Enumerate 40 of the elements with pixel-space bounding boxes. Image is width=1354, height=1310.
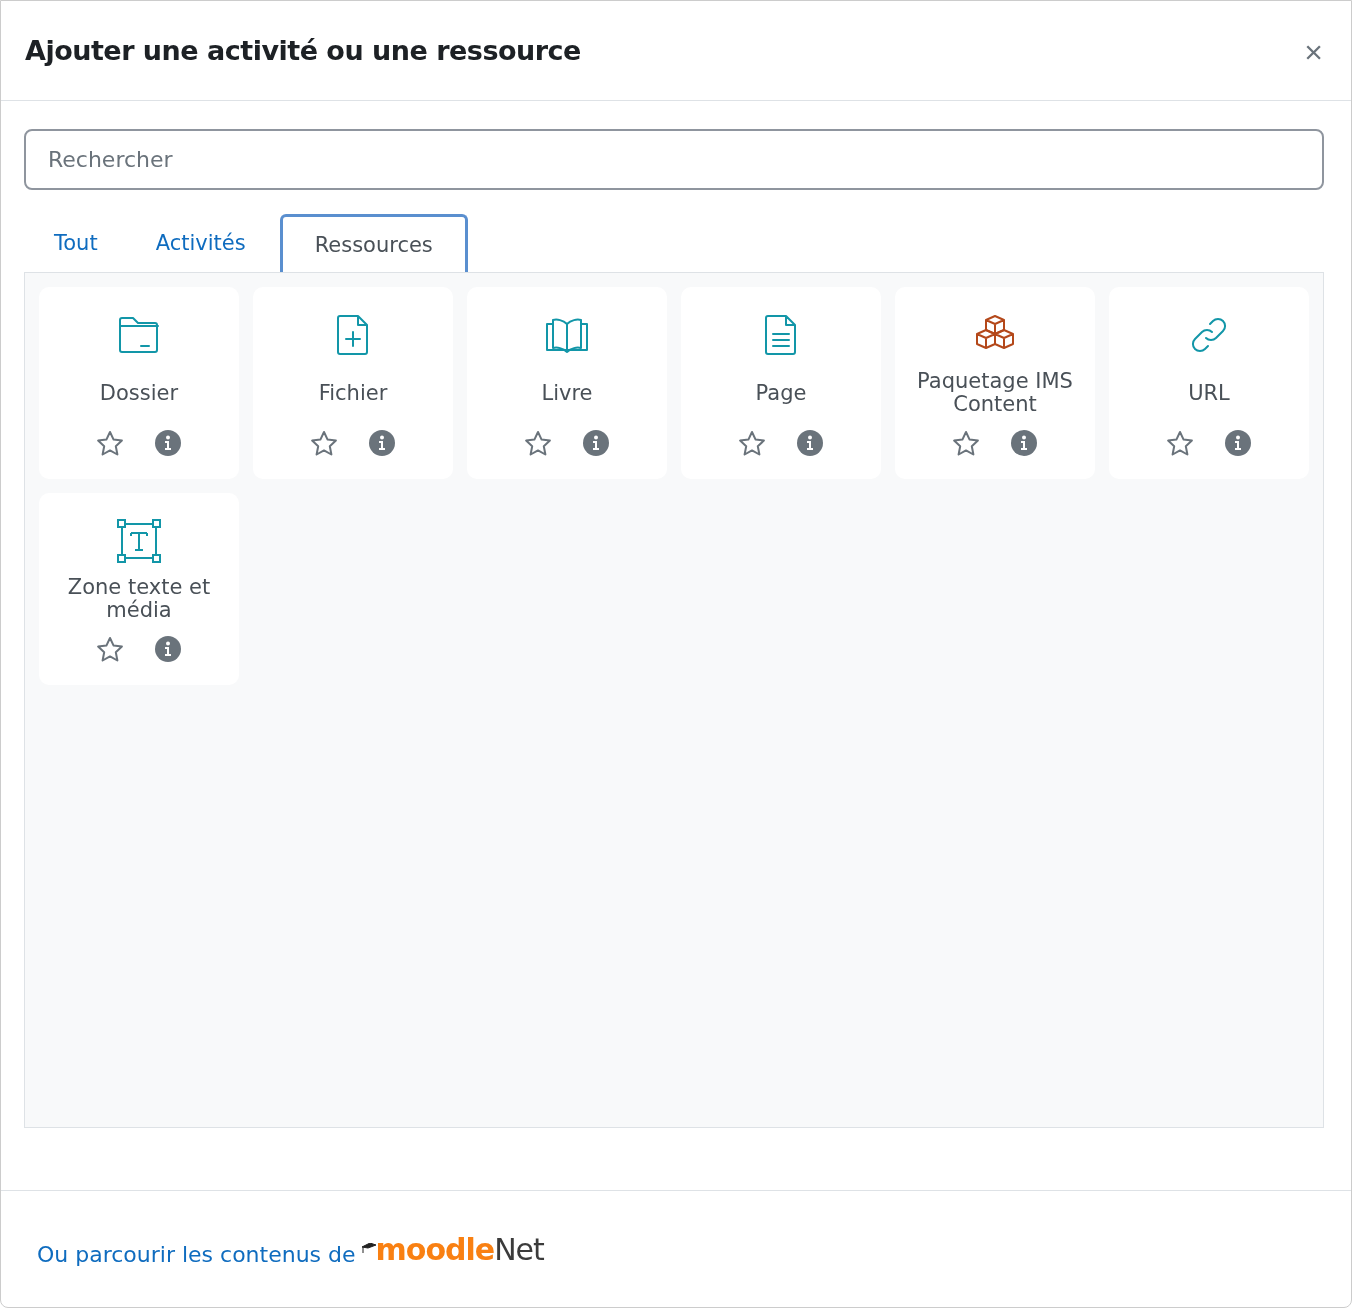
- info-icon[interactable]: [796, 429, 824, 457]
- item-name: Page: [754, 379, 808, 407]
- item-name: Paquetage IMS Content: [916, 368, 1074, 418]
- item-name: Dossier: [98, 379, 180, 407]
- graduation-cap-icon: [361, 1242, 376, 1253]
- moodlenet-link[interactable]: Ou parcourir les contenus de moodleNet: [37, 1231, 544, 1267]
- info-icon[interactable]: [154, 429, 182, 457]
- close-button[interactable]: ×: [1300, 34, 1327, 71]
- link-icon: [1189, 315, 1229, 355]
- info-icon[interactable]: [1224, 429, 1252, 457]
- star-icon[interactable]: [1166, 429, 1194, 457]
- item-name: URL: [1187, 379, 1231, 407]
- item-card[interactable]: Fichier: [253, 287, 453, 479]
- item-name: Zone texte et média: [66, 574, 212, 624]
- item-card[interactable]: Zone texte et média: [39, 493, 239, 685]
- info-icon[interactable]: [368, 429, 396, 457]
- star-icon[interactable]: [310, 429, 338, 457]
- item-card[interactable]: Dossier: [39, 287, 239, 479]
- tab[interactable]: Ressources: [279, 214, 468, 272]
- info-icon[interactable]: [154, 635, 182, 663]
- text-box-icon: [117, 519, 161, 563]
- star-icon[interactable]: [524, 429, 552, 457]
- search-field[interactable]: Rechercher: [24, 129, 1324, 190]
- item-name: Livre: [540, 379, 594, 407]
- item-card[interactable]: Livre: [467, 287, 667, 479]
- item-card[interactable]: URL: [1109, 287, 1309, 479]
- item-card[interactable]: Paquetage IMS Content: [895, 287, 1095, 479]
- document-icon: [764, 314, 798, 356]
- book-icon: [545, 316, 589, 354]
- item-card[interactable]: Page: [681, 287, 881, 479]
- star-icon[interactable]: [96, 429, 124, 457]
- file-plus-icon: [336, 314, 370, 356]
- dialog-title: Ajouter une activité ou une ressource: [25, 35, 581, 66]
- star-icon[interactable]: [738, 429, 766, 457]
- info-icon[interactable]: [1010, 429, 1038, 457]
- item-name: Fichier: [317, 379, 389, 407]
- folder-icon: [118, 316, 160, 354]
- star-icon[interactable]: [952, 429, 980, 457]
- info-icon[interactable]: [582, 429, 610, 457]
- star-icon[interactable]: [96, 635, 124, 663]
